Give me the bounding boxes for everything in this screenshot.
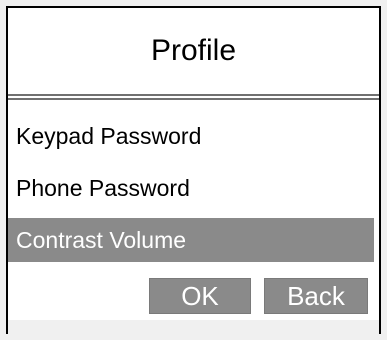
dialog-title: Profile: [150, 34, 237, 67]
title-divider-top: [8, 94, 379, 96]
title-divider-bottom: [8, 98, 379, 100]
back-button[interactable]: Back: [264, 278, 368, 314]
menu-item-contrast-volume[interactable]: Contrast Volume: [8, 218, 374, 262]
menu-item-phone-password[interactable]: Phone Password: [8, 166, 374, 210]
menu-item-keypad-password[interactable]: Keypad Password: [8, 114, 374, 158]
screen: Profile Keypad Password Phone Password C…: [0, 0, 387, 340]
ok-button[interactable]: OK: [149, 278, 251, 314]
profile-dialog: Profile Keypad Password Phone Password C…: [6, 6, 381, 334]
footer-area: [8, 320, 379, 334]
